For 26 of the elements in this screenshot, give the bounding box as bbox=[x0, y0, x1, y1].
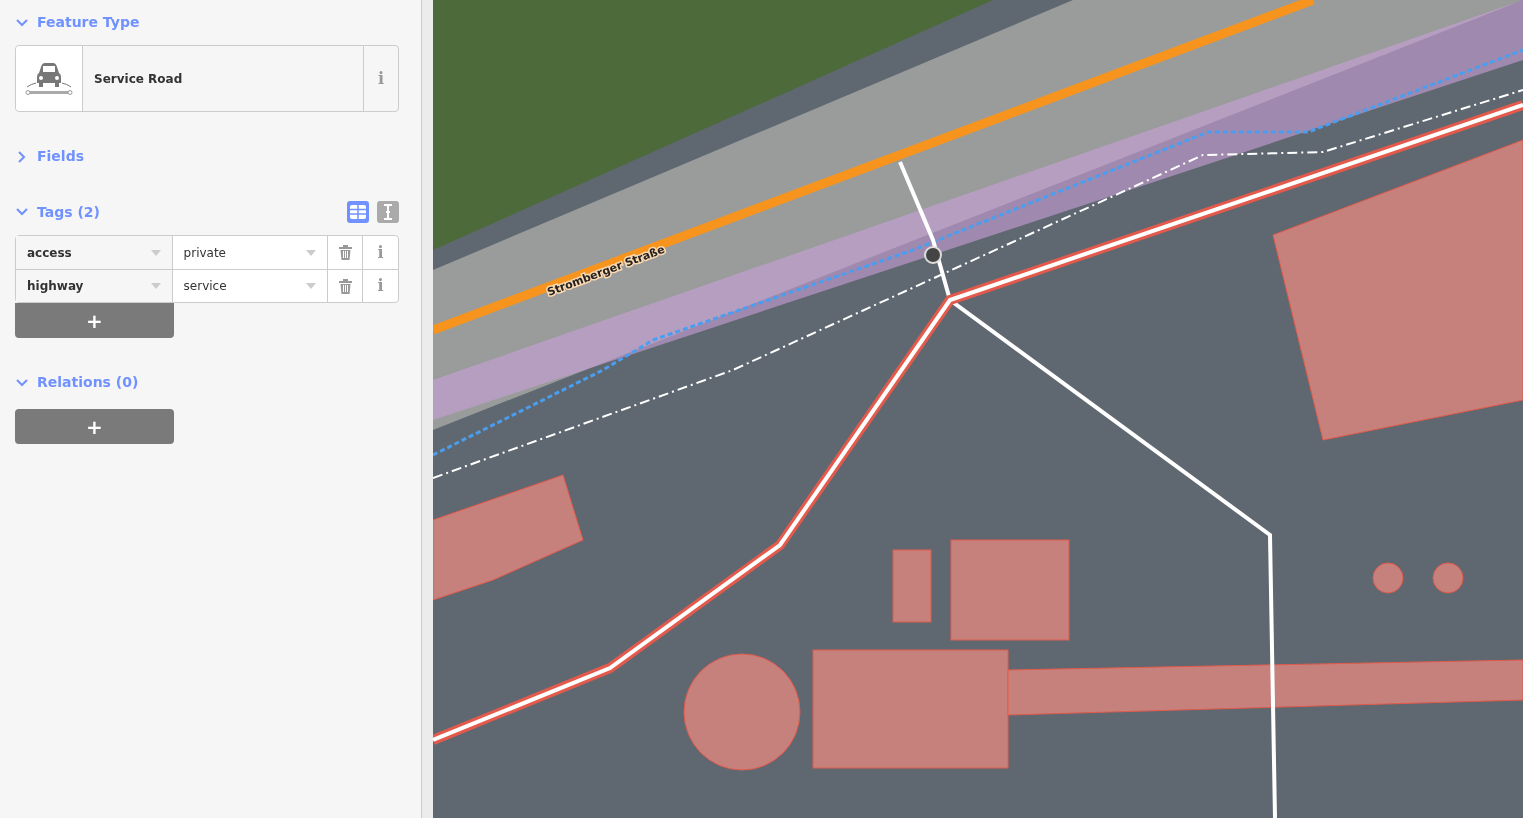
text-cursor-icon bbox=[383, 204, 393, 220]
trash-icon bbox=[338, 245, 352, 260]
caret-icon bbox=[306, 283, 317, 289]
text-view-button[interactable] bbox=[377, 201, 399, 223]
info-button[interactable]: i bbox=[363, 236, 398, 269]
add-tag-button[interactable]: + bbox=[15, 303, 174, 338]
add-relation-button[interactable]: + bbox=[15, 409, 174, 444]
section-toggle[interactable]: Relations (0) bbox=[15, 372, 139, 393]
info-button[interactable]: i bbox=[363, 46, 398, 111]
section-toggle[interactable]: Tags (2) bbox=[15, 201, 100, 223]
caret-icon bbox=[150, 283, 161, 289]
caret-icon bbox=[150, 249, 161, 256]
car-road-icon bbox=[25, 60, 73, 97]
trash-icon bbox=[338, 278, 352, 294]
section-toggle[interactable]: Fields bbox=[15, 146, 84, 167]
preset-name[interactable]: Service Road bbox=[83, 46, 363, 111]
barrier-node-icon bbox=[924, 246, 942, 264]
info-button[interactable]: i bbox=[363, 270, 398, 302]
key-combobox[interactable]: highway bbox=[16, 270, 173, 302]
value-combobox[interactable]: private bbox=[172, 236, 329, 269]
section-toggle[interactable]: Feature Type bbox=[15, 12, 140, 33]
value-combobox[interactable]: service bbox=[172, 270, 329, 302]
table-view-button[interactable] bbox=[347, 201, 369, 223]
caret-icon bbox=[306, 249, 317, 256]
key-combobox[interactable]: access bbox=[16, 236, 173, 269]
table-icon bbox=[350, 205, 366, 219]
